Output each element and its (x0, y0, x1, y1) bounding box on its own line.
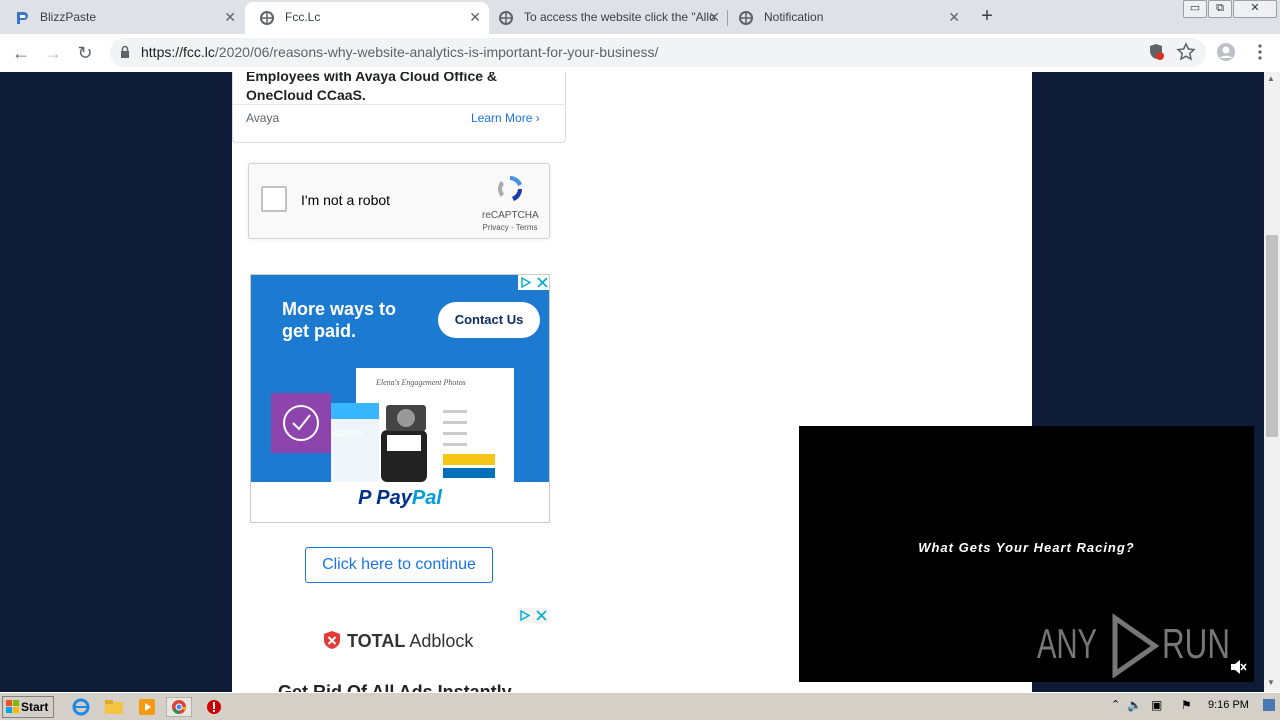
internet-explorer-icon[interactable] (70, 697, 92, 717)
anyrun-watermark-icon: ANY RUN (1037, 613, 1230, 678)
paypal-amount: £275.00 (333, 429, 362, 438)
start-label: Start (21, 700, 49, 714)
clock[interactable]: 9:16 PM (1208, 699, 1249, 711)
ad-brand: Avaya (246, 111, 280, 125)
watermark-run: RUN (1162, 620, 1230, 667)
new-tab-button[interactable]: + (976, 4, 998, 30)
tab-close-button[interactable]: ✕ (224, 2, 236, 32)
page-scrollbar[interactable]: ▲ ▼ (1264, 72, 1280, 692)
chrome-taskbar-icon[interactable] (166, 697, 192, 717)
recaptcha-links[interactable]: Privacy - Terms (481, 223, 539, 232)
tab-notification[interactable]: Notification ✕ (724, 2, 968, 34)
recaptcha-widget: I'm not a robot reCAPTCHA Privacy - Term… (248, 163, 550, 239)
back-button[interactable]: ← (8, 40, 34, 66)
paypal-p-icon: P (358, 487, 377, 509)
scroll-down-arrow-icon[interactable]: ▼ (1267, 678, 1275, 687)
blizzpaste-icon (17, 12, 28, 24)
close-window-button[interactable]: ✕ (1233, 0, 1277, 18)
recaptcha-checkbox[interactable] (261, 186, 287, 212)
system-tray: ⌃ 🔈 ▣ ⚑ 9:16 PM (1105, 696, 1278, 718)
forward-button[interactable]: → (40, 40, 66, 66)
url-text: https://fcc.lc/2020/06/reasons-why-websi… (141, 38, 658, 67)
tab-fcc-lc[interactable]: Fcc.Lc ✕ (245, 2, 489, 34)
total-adblock-shield-icon (324, 631, 340, 649)
paypal-ad-banner: More ways to get paid. Contact Us Elena'… (251, 275, 549, 482)
browser-toolbar: ← → ↻ https://fcc.lc/2020/06/reasons-why… (0, 34, 1280, 73)
tab-title: Notification (764, 10, 824, 24)
ad-divider (233, 104, 565, 105)
tab-title: Fcc.Lc (285, 10, 321, 24)
reload-button[interactable]: ↻ (72, 40, 98, 66)
tab-close-button[interactable]: ✕ (708, 2, 720, 32)
network-icon[interactable]: ▣ (1151, 698, 1162, 712)
paypal-ad[interactable]: More ways to get paid. Contact Us Elena'… (250, 274, 550, 523)
paypal-screen-title: Elena's Engagement Photos (375, 378, 466, 387)
tab-allow-notice[interactable]: To access the website click the "Allo ✕ (484, 2, 728, 34)
tab-title: BlizzPaste (40, 10, 97, 24)
mute-icon[interactable] (1229, 658, 1247, 676)
video-caption: What Gets Your Heart Racing? (918, 540, 1135, 555)
contact-us-button[interactable]: Contact Us (438, 302, 540, 338)
ad-choices-badge[interactable] (518, 275, 549, 290)
tray-chevron-up-icon[interactable]: ⌃ (1111, 698, 1120, 711)
file-explorer-icon[interactable] (103, 697, 125, 717)
url-path: /2020/06/reasons-why-website-analytics-i… (214, 44, 659, 60)
paypal-logo: P PayPal (251, 487, 549, 510)
tab-close-button[interactable]: ✕ (948, 2, 960, 32)
total-adblock-ad[interactable]: TOTAL Adblock (250, 608, 550, 668)
lock-icon (121, 45, 129, 58)
windows-flag-icon (6, 700, 19, 713)
profile-avatar-icon[interactable] (1216, 42, 1236, 62)
total-adblock-logo-bold: TOTAL (347, 631, 406, 651)
ad-choices-icon (521, 276, 548, 289)
menu-kebab-icon[interactable] (1250, 42, 1270, 62)
show-desktop-icon[interactable] (1263, 699, 1275, 711)
continue-button[interactable]: Click here to continue (305, 547, 493, 583)
paypal-logo-pay: Pay (376, 487, 412, 509)
paypal-product-illustration: Elena's Engagement Photos £275.00 (271, 368, 514, 482)
stop-alert-icon[interactable] (203, 697, 225, 717)
shield-blocked-icon[interactable] (1146, 42, 1166, 62)
recaptcha-logo-icon (498, 176, 522, 201)
ad-choices-badge[interactable] (517, 608, 549, 623)
ad-cutoff-heading: Get Rid Of All Ads Instantly (278, 682, 512, 692)
address-bar[interactable]: https://fcc.lc/2020/06/reasons-why-websi… (110, 38, 1206, 67)
total-adblock-logo-rest: Adblock (405, 631, 474, 651)
media-player-icon[interactable] (136, 697, 158, 717)
globe-icon (260, 11, 274, 25)
action-center-flag-icon[interactable]: ⚑ (1181, 698, 1192, 712)
recaptcha-brand: reCAPTCHA (482, 210, 539, 221)
bookmark-star-icon[interactable] (1176, 42, 1196, 62)
learn-more-label: Learn More (471, 111, 533, 125)
start-button[interactable]: Start (2, 696, 54, 718)
globe-icon (499, 11, 513, 25)
floating-video-player[interactable]: What Gets Your Heart Racing? ANY RUN (799, 426, 1254, 682)
chevron-right-icon: › (535, 111, 540, 125)
volume-icon[interactable]: 🔈 (1127, 698, 1142, 712)
tab-blizzpaste[interactable]: BlizzPaste ✕ (0, 2, 244, 34)
total-adblock-logo: TOTAL Adblock (322, 630, 473, 652)
tab-close-button[interactable]: ✕ (469, 2, 481, 32)
windows-taskbar: Start ⌃ 🔈 ▣ ⚑ 9:16 PM (0, 692, 1280, 720)
paypal-ad-headline: More ways to get paid. (282, 299, 397, 341)
learn-more-link[interactable]: Learn More › (471, 111, 540, 125)
paypal-logo-pal: Pal (411, 487, 442, 509)
url-host: https://fcc.lc (141, 44, 215, 60)
scrollbar-thumb[interactable] (1266, 235, 1278, 437)
restore-button[interactable]: ⧉ (1208, 0, 1232, 18)
minimize-button[interactable]: ▭ (1183, 0, 1207, 18)
tab-title: To access the website click the "Allo (524, 10, 716, 24)
recaptcha-label: I'm not a robot (301, 192, 391, 208)
ad-choices-icon (517, 608, 549, 623)
scroll-up-arrow-icon[interactable]: ▲ (1267, 74, 1275, 83)
watermark-any: ANY (1037, 620, 1097, 667)
avaya-ad-card[interactable]: Employees with Avaya Cloud Office & OneC… (232, 72, 566, 143)
ad-headline: Employees with Avaya Cloud Office & OneC… (246, 72, 498, 103)
tab-strip: BlizzPaste ✕ Fcc.Lc ✕ To access the webs… (0, 0, 1280, 34)
globe-icon (739, 11, 753, 25)
